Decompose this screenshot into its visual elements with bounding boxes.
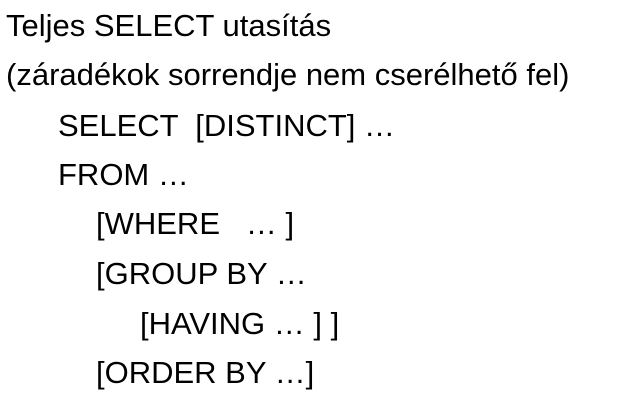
slide: Teljes SELECT utasítás (záradékok sorren… xyxy=(0,0,631,402)
slide-subtitle: (záradékok sorrendje nem cserélhető fel) xyxy=(6,57,570,92)
slide-title: Teljes SELECT utasítás xyxy=(6,8,332,43)
group-by-clause: [GROUP BY … xyxy=(96,256,307,291)
having-clause: [HAVING … ] ] xyxy=(140,306,340,341)
select-clause: SELECT [DISTINCT] … xyxy=(58,108,396,143)
order-by-clause: [ORDER BY …] xyxy=(96,355,315,390)
where-clause: [WHERE … ] xyxy=(96,206,295,241)
from-clause: FROM … xyxy=(58,157,189,192)
